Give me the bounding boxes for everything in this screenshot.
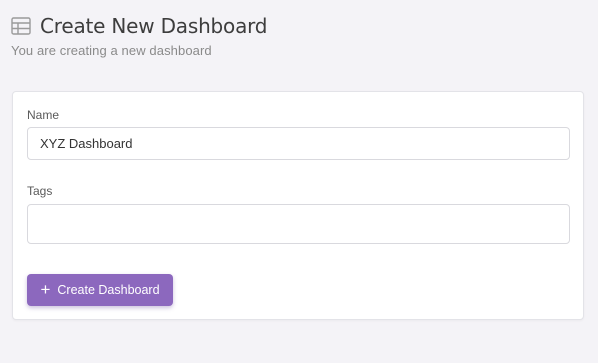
name-input[interactable] [27,127,570,160]
plus-icon: + [40,279,51,299]
create-dashboard-form: Name Tags + Create Dashboard [12,91,584,320]
page-title: Create New Dashboard [40,14,268,38]
page-header: Create New Dashboard You are creating a … [11,13,588,58]
table-icon [11,17,31,35]
create-dashboard-button-label: Create Dashboard [57,283,160,297]
name-label: Name [27,108,60,122]
title-row: Create New Dashboard [11,13,588,39]
tags-label: Tags [27,184,53,198]
tags-input[interactable] [27,204,570,244]
page-subtitle: You are creating a new dashboard [11,43,212,58]
create-dashboard-button[interactable]: + Create Dashboard [27,274,173,306]
